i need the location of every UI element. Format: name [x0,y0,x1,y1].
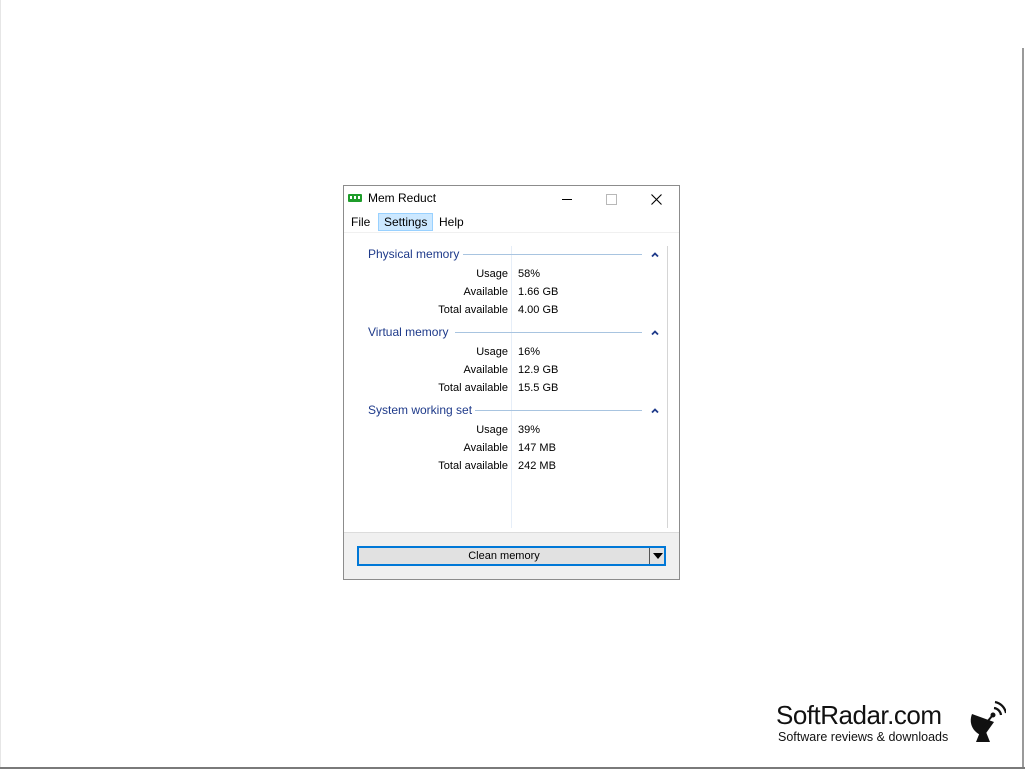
maximize-icon [606,193,617,205]
desktop-edge [0,0,1,769]
dropdown-arrow-button[interactable] [651,548,664,564]
desktop-edge [1022,48,1024,768]
row-label: Total available [438,460,508,472]
footer-bar: Clean memory [344,532,679,579]
row-value: 58% [518,268,541,280]
watermark-title: SoftRadar.com [776,700,942,730]
row-value: 242 MB [518,460,556,472]
close-icon [651,193,662,205]
group-rule [455,332,642,333]
row-label: Available [463,364,508,376]
group-header-physical-memory[interactable]: Physical memory [368,247,459,263]
row-label: Available [463,442,508,454]
split-divider [649,548,650,564]
menu-file[interactable]: File [346,213,375,231]
row-value: 1.66 GB [518,286,559,298]
window-title: Mem Reduct [368,191,437,205]
row-label: Usage [476,424,508,436]
row-value: 39% [518,424,541,436]
row-label: Available [463,286,508,298]
row-value: 16% [518,346,541,358]
minimize-button[interactable] [544,186,589,212]
clean-memory-button[interactable]: Clean memory [357,546,666,566]
desktop: Mem Reduct File Settings Help Physical m… [0,0,1025,769]
row-value: 147 MB [518,442,556,454]
collapse-icon[interactable] [650,406,660,416]
memory-chip-icon [348,194,362,202]
chevron-down-icon [652,552,663,559]
satellite-dish-icon [970,700,1006,742]
group-header-system-working-set[interactable]: System working set [368,403,472,419]
menu-settings[interactable]: Settings [378,213,434,231]
minimize-icon [561,198,572,200]
menu-bar: File Settings Help [344,212,679,232]
watermark-subtitle: Software reviews & downloads [778,730,949,744]
title-bar[interactable]: Mem Reduct [344,186,679,212]
group-rule [475,410,642,411]
group-header-virtual-memory[interactable]: Virtual memory [368,325,448,341]
row-value: 15.5 GB [518,382,559,394]
clean-memory-label: Clean memory [468,550,540,562]
row-label: Total available [438,304,508,316]
divider [344,232,679,233]
menu-help[interactable]: Help [434,213,469,231]
row-label: Usage [476,346,508,358]
close-button[interactable] [634,186,679,212]
row-value: 4.00 GB [518,304,559,316]
group-rule [463,254,642,255]
collapse-icon[interactable] [650,328,660,338]
row-value: 12.9 GB [518,364,559,376]
memory-list: Physical memory Usage 58% Available 1.66… [344,232,679,532]
scroll-edge [667,246,668,528]
collapse-icon[interactable] [650,250,660,260]
column-separator [511,246,512,528]
row-label: Usage [476,268,508,280]
softradar-watermark: SoftRadar.com Software reviews & downloa… [776,700,1016,750]
maximize-button[interactable] [589,186,634,212]
mem-reduct-window: Mem Reduct File Settings Help Physical m… [343,185,680,580]
row-label: Total available [438,382,508,394]
